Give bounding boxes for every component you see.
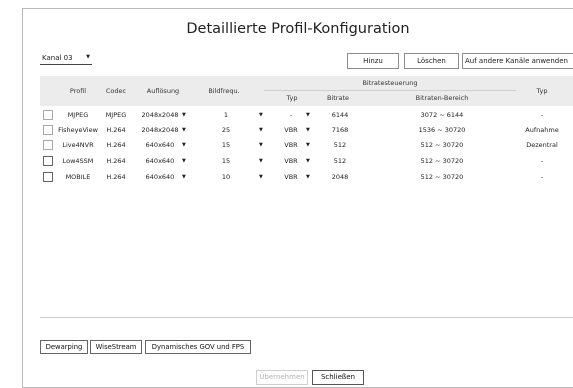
row-bitrate-range: 512 ~ 30720 <box>420 157 464 165</box>
row-checkbox[interactable] <box>43 110 53 120</box>
close-button[interactable]: Schließen <box>312 370 364 385</box>
row-bitrate[interactable]: 6144 <box>328 108 352 123</box>
row-resolution[interactable]: 640x640 <box>140 138 180 153</box>
row-bitrate[interactable]: 512 <box>328 154 352 169</box>
row-bitrate-type[interactable]: VBR <box>282 170 300 185</box>
row-checkbox[interactable] <box>43 156 53 166</box>
row-checkbox[interactable] <box>43 140 53 150</box>
table-row[interactable]: FisheyeView H.264 2048x2048 ▼ 25 ▼ VBR ▼… <box>40 123 573 138</box>
row-framerate[interactable]: 25 <box>216 123 236 138</box>
row-framerate[interactable]: 15 <box>216 154 236 169</box>
row-type: - <box>540 157 544 165</box>
caret-down-icon[interactable]: ▼ <box>259 123 263 138</box>
header-type: Typ <box>536 87 548 95</box>
row-checkbox[interactable] <box>43 125 53 135</box>
channel-select-value: Kanal 03 <box>42 54 73 62</box>
dewarping-button[interactable]: Dewarping <box>40 340 88 354</box>
caret-down-icon[interactable]: ▼ <box>259 138 263 153</box>
row-profile: MJPEG <box>67 111 89 119</box>
row-bitrate-type[interactable]: VBR <box>282 123 300 138</box>
table-row[interactable]: Low4SSM H.264 640x640 ▼ 15 ▼ VBR ▼ 512 5… <box>40 154 573 169</box>
dynamic-gov-fps-button[interactable]: Dynamisches GOV und FPS <box>145 340 251 354</box>
row-codec: H.264 <box>106 173 126 181</box>
row-bitrate-range: 512 ~ 30720 <box>420 141 464 149</box>
row-bitrate-range: 3072 ~ 6144 <box>420 111 464 119</box>
header-resolution: Auflösung <box>146 87 180 95</box>
row-type: Aufnahme <box>525 126 559 134</box>
header-codec: Codec <box>105 87 127 95</box>
row-framerate[interactable]: 10 <box>216 170 236 185</box>
header-bitrate: Bitrate <box>326 94 350 102</box>
header-bitrate-type: Typ <box>286 94 298 102</box>
row-bitrate-type[interactable]: VBR <box>282 154 300 169</box>
row-bitrate-type[interactable]: VBR <box>282 138 300 153</box>
caret-down-icon[interactable]: ▼ <box>259 108 263 123</box>
caret-down-icon[interactable]: ▼ <box>182 154 186 169</box>
caret-down-icon[interactable]: ▼ <box>306 138 310 153</box>
header-bitrate-control: Bitratesteuerung <box>362 79 418 87</box>
table-row[interactable]: MJPEG MJPEG 2048x2048 ▼ 1 ▼ - ▼ 6144 307… <box>40 108 573 123</box>
row-profile: MOBILE <box>65 173 91 181</box>
header-bitrate-range: Bitraten-Bereich <box>415 94 469 102</box>
row-codec: MJPEG <box>105 111 127 119</box>
row-profile: Live4NVR <box>62 141 94 149</box>
caret-down-icon[interactable]: ▼ <box>182 170 186 185</box>
header-framerate: Bildfrequ. <box>208 87 240 95</box>
header-divider <box>264 90 516 91</box>
table-row[interactable]: MOBILE H.264 640x640 ▼ 10 ▼ VBR ▼ 2048 5… <box>40 170 573 185</box>
caret-down-icon[interactable]: ▼ <box>306 123 310 138</box>
row-framerate[interactable]: 1 <box>216 108 236 123</box>
row-type: - <box>540 111 544 119</box>
row-resolution[interactable]: 640x640 <box>140 154 180 169</box>
row-bitrate[interactable]: 512 <box>328 138 352 153</box>
table-bottom-divider <box>40 317 573 318</box>
row-resolution[interactable]: 2048x2048 <box>140 108 180 123</box>
row-type: - <box>540 173 544 181</box>
add-button[interactable]: Hinzu <box>347 53 399 69</box>
caret-down-icon: ▼ <box>86 54 90 60</box>
row-type: Dezentral <box>526 141 558 149</box>
apply-button[interactable]: Übernehmen <box>256 370 308 385</box>
channel-select[interactable]: Kanal 03 ▼ <box>40 51 92 65</box>
caret-down-icon[interactable]: ▼ <box>182 123 186 138</box>
wisestream-button[interactable]: WiseStream <box>90 340 142 354</box>
row-profile: Low4SSM <box>62 157 94 165</box>
row-bitrate-range: 512 ~ 30720 <box>420 173 464 181</box>
caret-down-icon[interactable]: ▼ <box>306 108 310 123</box>
caret-down-icon[interactable]: ▼ <box>306 154 310 169</box>
row-bitrate[interactable]: 2048 <box>328 170 352 185</box>
row-codec: H.264 <box>106 141 126 149</box>
row-codec: H.264 <box>106 157 126 165</box>
caret-down-icon[interactable]: ▼ <box>306 170 310 185</box>
caret-down-icon[interactable]: ▼ <box>182 138 186 153</box>
caret-down-icon[interactable]: ▼ <box>259 170 263 185</box>
row-bitrate[interactable]: 7168 <box>328 123 352 138</box>
row-resolution[interactable]: 640x640 <box>140 170 180 185</box>
row-bitrate-range: 1536 ~ 30720 <box>418 126 466 134</box>
table-row[interactable]: Live4NVR H.264 640x640 ▼ 15 ▼ VBR ▼ 512 … <box>40 138 573 153</box>
row-profile: FisheyeView <box>58 126 98 134</box>
header-profile: Profil <box>69 87 87 95</box>
row-resolution[interactable]: 2048x2048 <box>140 123 180 138</box>
row-checkbox[interactable] <box>43 172 53 182</box>
dialog-title: Detaillierte Profil-Konfiguration <box>186 21 410 37</box>
profile-config-dialog: Detaillierte Profil-Konfiguration Kanal … <box>22 8 573 388</box>
row-codec: H.264 <box>106 126 126 134</box>
table-header: Profil Codec Auflösung Bildfrequ. Bitrat… <box>40 76 573 106</box>
apply-to-other-channels-button[interactable]: Auf andere Kanäle anwenden <box>462 53 573 69</box>
caret-down-icon[interactable]: ▼ <box>182 108 186 123</box>
delete-button[interactable]: Löschen <box>404 53 459 69</box>
caret-down-icon[interactable]: ▼ <box>259 154 263 169</box>
row-framerate[interactable]: 15 <box>216 138 236 153</box>
row-bitrate-type[interactable]: - <box>282 108 300 123</box>
